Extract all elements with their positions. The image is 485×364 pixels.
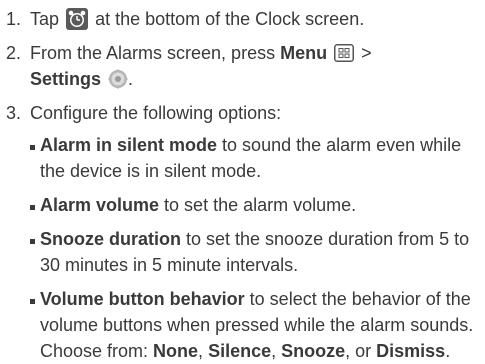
list-item: Volume button behavior to select the beh… — [30, 286, 481, 364]
step-text: From the Alarms screen, press Menu > Set… — [30, 40, 481, 92]
list-item: Snooze duration to set the snooze durati… — [30, 226, 481, 278]
gear-icon — [108, 69, 128, 89]
step-number: 2. — [6, 43, 22, 63]
step-text: Tap at the bottom of the Clock screen. — [30, 6, 481, 32]
instructions-document: 1. Tap at the bottom of the Clock screen… — [0, 0, 485, 363]
list-item: Alarm in silent mode to sound the alarm … — [30, 132, 481, 184]
alarm-clock-icon — [66, 8, 89, 30]
settings-label: Settings — [30, 69, 102, 89]
choice-separator: , or — [345, 341, 377, 361]
step-1-text-before: Tap — [30, 9, 60, 29]
option-end: . — [445, 341, 451, 361]
choice-separator: , — [271, 341, 282, 361]
bullet-icon — [30, 192, 40, 218]
step-2: 2. From the Alarms screen, press Menu > … — [6, 40, 481, 92]
option-title: Snooze duration — [40, 229, 181, 249]
step-1-text-after: at the bottom of the Clock screen. — [95, 9, 365, 29]
choice-snooze: Snooze — [281, 341, 346, 361]
option-title: Volume button behavior — [40, 289, 245, 309]
step-number: 1. — [6, 9, 22, 29]
separator: > — [361, 43, 372, 63]
step-1: 1. Tap at the bottom of the Clock screen… — [6, 6, 481, 32]
options-list: Alarm in silent mode to sound the alarm … — [30, 132, 481, 364]
choice-separator: , — [198, 341, 209, 361]
step-2-end: . — [128, 69, 134, 89]
choice-dismiss: Dismiss — [376, 341, 446, 361]
step-text: Configure the following options: — [30, 103, 282, 123]
menu-key-icon — [334, 43, 355, 62]
option-title: Alarm volume — [40, 195, 160, 215]
list-item: Alarm volume to set the alarm volume. — [30, 192, 481, 218]
step-3: 3. Configure the following options: — [6, 100, 481, 126]
menu-label: Menu — [280, 43, 328, 63]
option-title: Alarm in silent mode — [40, 135, 218, 155]
option-description: to set the alarm volume. — [159, 195, 357, 215]
step-number: 3. — [6, 103, 22, 123]
bullet-icon — [30, 132, 40, 158]
step-2-text-before: From the Alarms screen, press — [30, 43, 276, 63]
bullet-icon — [30, 226, 40, 252]
choice-none: None — [153, 341, 199, 361]
bullet-icon — [30, 286, 40, 312]
choice-silence: Silence — [208, 341, 272, 361]
